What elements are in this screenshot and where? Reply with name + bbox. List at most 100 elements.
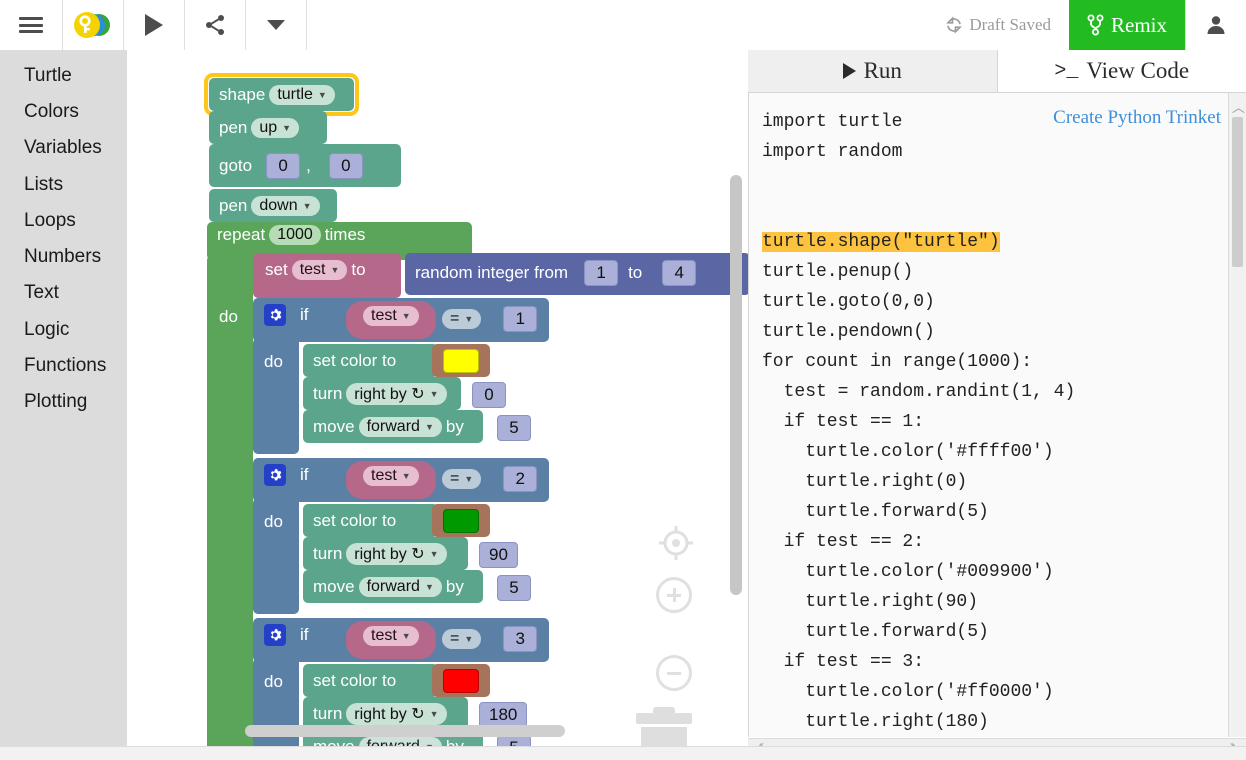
- if-3-turn-direction-dropdown[interactable]: right by ↻ ▼: [346, 702, 447, 725]
- if-2-variable-dropdown[interactable]: test ▼: [363, 466, 419, 486]
- trinket-logo-button[interactable]: [63, 0, 124, 50]
- block-goto[interactable]: goto 0 , 0: [209, 144, 401, 187]
- chevron-up-icon[interactable]: ︿: [1232, 97, 1245, 116]
- zoom-in-button[interactable]: [656, 577, 692, 613]
- if-2-move-direction-value: forward: [366, 577, 420, 595]
- more-options-button[interactable]: [246, 0, 307, 50]
- zoom-out-button[interactable]: [656, 655, 692, 691]
- random-min-input[interactable]: 1: [584, 260, 619, 286]
- set-label: set: [265, 260, 288, 279]
- sidebar-item-plotting[interactable]: Plotting: [0, 384, 127, 420]
- if-1-variable-dropdown[interactable]: test ▼: [363, 306, 419, 326]
- if-1-operator-dropdown[interactable]: = ▼: [442, 309, 482, 329]
- if-1-turn-direction-dropdown[interactable]: right by ↻ ▼: [346, 382, 447, 405]
- block-category-sidebar: Turtle Colors Variables Lists Loops Numb…: [0, 50, 127, 747]
- sidebar-item-loops[interactable]: Loops: [0, 203, 127, 239]
- gear-icon[interactable]: [264, 624, 286, 646]
- workspace-horizontal-scrollbar[interactable]: [245, 725, 565, 737]
- share-button[interactable]: [185, 0, 246, 50]
- center-blocks-button[interactable]: [656, 523, 696, 568]
- pen-down-dropdown[interactable]: down ▼: [251, 195, 320, 216]
- sidebar-item-turtle[interactable]: Turtle: [0, 58, 127, 94]
- code-view[interactable]: import turtle import random turtle.shape…: [748, 93, 1246, 737]
- if-3-value-input[interactable]: 3: [503, 626, 538, 652]
- workspace-vertical-scrollbar[interactable]: [730, 175, 742, 595]
- block-if-1-turn[interactable]: turn right by ↻ ▼: [303, 377, 461, 410]
- block-if-1-move[interactable]: move forward ▼ by: [303, 410, 483, 443]
- block-if-2-set-color[interactable]: set color to: [303, 504, 438, 537]
- block-pen-down[interactable]: pen down ▼: [209, 189, 337, 222]
- play-icon: [145, 14, 163, 36]
- random-max-input[interactable]: 4: [662, 260, 697, 286]
- if-1-move-label: move: [313, 416, 355, 436]
- tab-view-code[interactable]: >_ View Code: [997, 50, 1246, 92]
- sidebar-item-text[interactable]: Text: [0, 275, 127, 311]
- if-3-operator-value: =: [450, 630, 460, 647]
- create-python-trinket-link[interactable]: Create Python Trinket: [1053, 107, 1221, 129]
- if-3-set-color-label: set color to: [313, 670, 397, 690]
- if-2-color-swatch[interactable]: [443, 509, 479, 533]
- if-3-variable-dropdown[interactable]: test ▼: [363, 626, 419, 646]
- chevron-down-icon: ▼: [424, 421, 434, 432]
- if-1-variable-value: test: [371, 307, 397, 324]
- block-if-3-set-color[interactable]: set color to: [303, 664, 438, 697]
- if-2-value-input[interactable]: 2: [503, 466, 538, 492]
- chevron-down-icon: ▼: [401, 471, 411, 481]
- pen-up-dropdown[interactable]: up ▼: [251, 117, 300, 138]
- if-3-operator-dropdown[interactable]: = ▼: [442, 629, 482, 649]
- repeat-suffix: times: [324, 225, 366, 244]
- block-if-3-variable-labels: test ▼: [359, 626, 423, 646]
- code-highlighted-line: turtle.shape("turtle"): [762, 232, 1000, 252]
- if-1-color-swatch[interactable]: [443, 349, 479, 373]
- tab-run-label: Run: [863, 58, 902, 83]
- if-3-do-label: do: [264, 672, 283, 691]
- block-shape[interactable]: shape turtle ▼: [209, 78, 354, 111]
- blocks-workspace[interactable]: shape turtle ▼ pen up ▼ goto 0 , 0 pen d…: [127, 50, 749, 747]
- block-if-1-set-color[interactable]: set color to: [303, 344, 438, 377]
- goto-x-input[interactable]: 0: [266, 152, 301, 179]
- sidebar-item-variables[interactable]: Variables: [0, 130, 127, 166]
- if-2-keyword: if: [300, 465, 309, 484]
- if-2-turn-label: turn: [313, 543, 343, 563]
- if-3-color-swatch[interactable]: [443, 669, 479, 693]
- run-button[interactable]: [124, 0, 185, 50]
- if-2-turn-direction-dropdown[interactable]: right by ↻ ▼: [346, 542, 447, 565]
- trash-button[interactable]: [636, 707, 692, 747]
- if-2-move-direction-dropdown[interactable]: forward ▼: [358, 576, 442, 597]
- if-1-move-direction-dropdown[interactable]: forward ▼: [358, 416, 442, 437]
- if-1-value-input[interactable]: 1: [503, 306, 538, 332]
- shape-dropdown[interactable]: turtle ▼: [269, 84, 335, 105]
- remix-button[interactable]: Remix: [1069, 0, 1185, 50]
- gear-icon[interactable]: [264, 304, 286, 326]
- code-vertical-scrollbar[interactable]: ︿: [1228, 93, 1246, 737]
- sidebar-item-numbers[interactable]: Numbers: [0, 239, 127, 275]
- goto-comma: ,: [306, 155, 311, 175]
- sidebar-item-lists[interactable]: Lists: [0, 167, 127, 203]
- chevron-down-icon: ▼: [401, 631, 411, 641]
- sidebar-item-logic[interactable]: Logic: [0, 312, 127, 348]
- block-if-2-move[interactable]: move forward ▼ by: [303, 570, 483, 603]
- gear-icon[interactable]: [264, 464, 286, 486]
- if-2-move-amount-input[interactable]: 5: [497, 575, 531, 601]
- block-if-2-labels: if: [264, 464, 309, 486]
- sidebar-item-functions[interactable]: Functions: [0, 348, 127, 384]
- block-pen-up[interactable]: pen up ▼: [209, 111, 327, 144]
- if-1-turn-amount-input[interactable]: 0: [472, 382, 506, 408]
- goto-y-input[interactable]: 0: [328, 152, 363, 179]
- sidebar-item-colors[interactable]: Colors: [0, 94, 127, 130]
- set-variable-dropdown[interactable]: test ▼: [291, 260, 348, 280]
- if-2-turn-direction-value: right by ↻: [354, 545, 425, 563]
- account-button[interactable]: [1185, 0, 1246, 50]
- menu-button[interactable]: [0, 0, 63, 50]
- if-2-operator-dropdown[interactable]: = ▼: [442, 469, 482, 489]
- if-1-move-amount-input[interactable]: 5: [497, 415, 531, 441]
- trash-can-body: [641, 727, 687, 747]
- if-2-turn-amount-input[interactable]: 90: [479, 542, 518, 568]
- block-if-1-compare: = ▼ 1: [438, 306, 538, 332]
- block-if-2-turn[interactable]: turn right by ↻ ▼: [303, 537, 468, 570]
- repeat-count-input[interactable]: 1000: [269, 225, 321, 245]
- random-mid-label: to: [628, 263, 643, 282]
- code-scrollbar-thumb[interactable]: [1232, 117, 1243, 267]
- tab-run[interactable]: Run: [748, 50, 998, 92]
